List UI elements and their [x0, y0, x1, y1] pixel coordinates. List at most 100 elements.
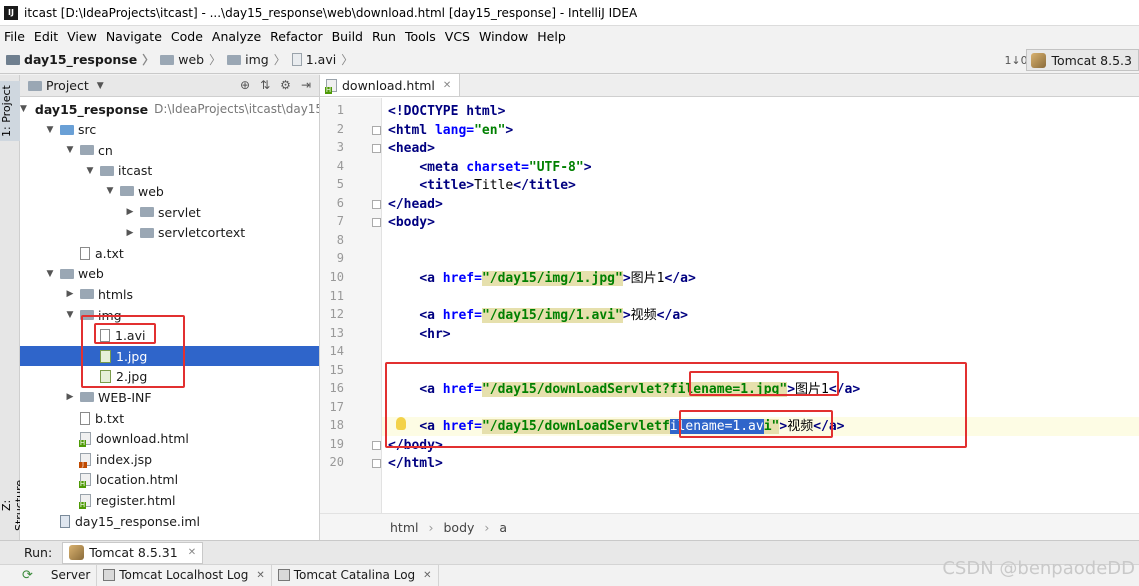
source-folder-icon	[60, 125, 74, 135]
collapse-arrow-icon[interactable]: ▶	[64, 289, 76, 299]
tree-item-b-txt[interactable]: b.txt	[20, 408, 320, 428]
hide-icon[interactable]: ⇥	[301, 78, 311, 92]
tomcat-catalina-log-tab[interactable]: Tomcat Catalina Log ✕	[272, 565, 439, 586]
tree-item-src[interactable]: ▼ src	[20, 120, 320, 140]
tree-item-web[interactable]: ▼web	[20, 264, 320, 284]
tree-item-location-html[interactable]: location.html	[20, 470, 320, 490]
expand-arrow-icon[interactable]: ▼	[64, 310, 76, 320]
structure-tool-tab[interactable]: Z: Structure	[0, 475, 20, 535]
expand-arrow-icon[interactable]: ▼	[84, 166, 96, 176]
menu-view[interactable]: View	[63, 29, 102, 44]
tree-item-label: day15_response	[35, 102, 148, 117]
menu-build[interactable]: Build	[328, 29, 368, 44]
tree-item-label: web	[138, 184, 164, 199]
menu-vcs[interactable]: VCS	[441, 29, 475, 44]
menu-analyze[interactable]: Analyze	[208, 29, 266, 44]
tree-item-web-inf[interactable]: ▶WEB-INF	[20, 387, 320, 407]
menu-run[interactable]: Run	[368, 29, 401, 44]
line-number: 8	[320, 233, 344, 247]
gear-icon[interactable]: ⚙	[280, 78, 291, 92]
tree-item-itcast[interactable]: ▼itcast	[20, 161, 320, 181]
project-view-selector[interactable]: Project ▼	[28, 78, 104, 93]
tree-item-label: cn	[98, 143, 113, 158]
sort-icon[interactable]: 1↓0	[1004, 54, 1018, 67]
line-number: 6	[320, 196, 344, 210]
breadcrumb-img[interactable]: img〉	[227, 51, 286, 68]
close-icon[interactable]: ✕	[443, 80, 451, 91]
breadcrumb-web[interactable]: web〉	[160, 51, 221, 68]
editor-tab-download-html[interactable]: download.html ✕	[320, 74, 460, 96]
expand-arrow-icon[interactable]: ▼	[104, 186, 116, 196]
expand-arrow-icon[interactable]: ▼	[44, 269, 56, 279]
expand-arrow-icon[interactable]: ▼	[44, 125, 56, 135]
log-icon	[103, 569, 115, 581]
close-icon[interactable]: ✕	[423, 570, 431, 581]
window-title: itcast [D:\IdeaProjects\itcast] - ...\da…	[24, 6, 637, 20]
package-icon	[80, 145, 94, 155]
code-line: <head>	[388, 140, 435, 158]
expand-arrow-icon[interactable]: ▼	[20, 104, 27, 114]
breadcrumb-module[interactable]: day15_response〉	[6, 51, 154, 68]
rerun-icon[interactable]: ⟳	[22, 568, 33, 583]
tree-item-a-txt[interactable]: a.txt	[20, 243, 320, 263]
code-line: <body>	[388, 214, 435, 232]
menu-code[interactable]: Code	[167, 29, 208, 44]
project-panel: Project ▼ ⊕ ⇅ ⚙ ⇥ ▼day15_responseD:\Idea…	[20, 75, 320, 540]
line-number: 16	[320, 381, 344, 395]
close-icon[interactable]: ✕	[188, 547, 196, 558]
menu-window[interactable]: Window	[475, 29, 533, 44]
breadcrumb-file[interactable]: 1.avi〉	[292, 51, 353, 68]
tree-item-cn[interactable]: ▼ cn	[20, 140, 320, 160]
fold-marker-icon[interactable]	[372, 126, 381, 135]
tree-item-index-jsp[interactable]: index.jsp	[20, 449, 320, 469]
line-number: 4	[320, 159, 344, 173]
menu-navigate[interactable]: Navigate	[102, 29, 167, 44]
fold-marker-icon[interactable]	[372, 144, 381, 153]
fold-marker-icon[interactable]	[372, 218, 381, 227]
tree-item-web[interactable]: ▼ web	[20, 181, 320, 201]
tomcat-localhost-log-tab[interactable]: Tomcat Localhost Log ✕	[97, 565, 271, 586]
line-number: 18	[320, 418, 344, 432]
locate-icon[interactable]: ⊕	[240, 78, 250, 92]
tomcat-icon	[1031, 53, 1046, 68]
line-number: 13	[320, 326, 344, 340]
project-tool-tab[interactable]: 1: Project	[0, 81, 20, 141]
breadcrumb-html[interactable]: html	[390, 520, 418, 535]
watermark: CSDN @benpaodeDD	[942, 558, 1135, 579]
menu-edit[interactable]: Edit	[30, 29, 63, 44]
collapse-all-icon[interactable]: ⇅	[260, 78, 270, 92]
tree-item-htmls[interactable]: ▶htmls	[20, 284, 320, 304]
tree-item-label: day15_response.iml	[75, 514, 200, 529]
module-folder-icon	[6, 55, 20, 65]
tree-item-download-html[interactable]: download.html	[20, 429, 320, 449]
menu-help[interactable]: Help	[533, 29, 571, 44]
fold-marker-icon[interactable]	[372, 441, 381, 450]
tree-item-servlet[interactable]: ▶servlet	[20, 202, 320, 222]
tree-item-label: src	[78, 122, 96, 137]
line-number: 7	[320, 214, 344, 228]
line-number: 9	[320, 251, 344, 265]
tree-item-day15-response[interactable]: ▼day15_responseD:\IdeaProjects\itcast\da…	[20, 99, 320, 119]
tree-item-day15-response-iml[interactable]: day15_response.iml	[20, 511, 320, 531]
rerun-and-server-tab[interactable]: ⟳ Server	[0, 565, 97, 586]
fold-marker-icon[interactable]	[372, 459, 381, 468]
html-file-icon	[80, 432, 91, 445]
fold-marker-icon[interactable]	[372, 200, 381, 209]
run-tab-tomcat[interactable]: Tomcat 8.5.31 ✕	[62, 542, 203, 564]
breadcrumb-body[interactable]: body	[443, 520, 474, 535]
tree-item-servletcortext[interactable]: ▶servletcortext	[20, 223, 320, 243]
breadcrumb-a[interactable]: a	[499, 520, 507, 535]
left-tool-strip: 1: Project Z: Structure	[0, 75, 20, 540]
collapse-arrow-icon[interactable]: ▶	[124, 207, 136, 217]
menu-refactor[interactable]: Refactor	[266, 29, 327, 44]
menu-file[interactable]: File	[0, 29, 30, 44]
menu-tools[interactable]: Tools	[401, 29, 441, 44]
collapse-arrow-icon[interactable]: ▶	[124, 228, 136, 238]
tree-item-register-html[interactable]: register.html	[20, 490, 320, 510]
line-number: 20	[320, 455, 344, 469]
run-configuration-selector[interactable]: Tomcat 8.5.3	[1026, 49, 1139, 71]
close-icon[interactable]: ✕	[256, 570, 264, 581]
package-icon	[120, 186, 134, 196]
collapse-arrow-icon[interactable]: ▶	[64, 392, 76, 402]
expand-arrow-icon[interactable]: ▼	[64, 145, 76, 155]
